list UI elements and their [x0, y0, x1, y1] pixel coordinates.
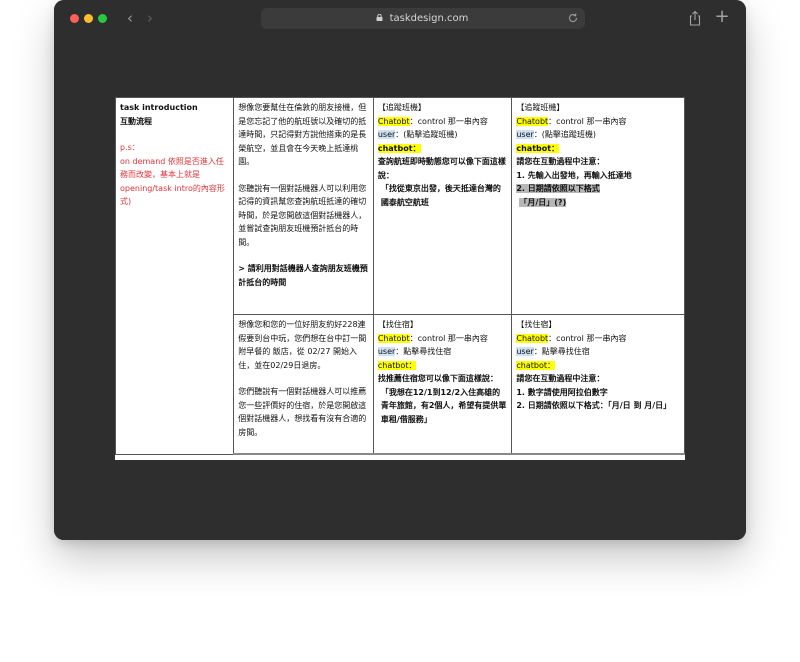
- address-bar[interactable]: taskdesign.com: [261, 8, 585, 29]
- chatbot-label-2: chatbot：: [377, 143, 421, 153]
- user-text: ：點擊尋找住宿: [533, 347, 590, 356]
- chatbot-label: Chatobt: [377, 116, 410, 126]
- user-label: user: [377, 347, 396, 356]
- browser-toolbar: ‹ › taskdesign.com +: [54, 0, 746, 38]
- hotel-note-line-3: 2. 日期請依照以下格式：「月/日 到 月/日」: [516, 401, 672, 410]
- hotel-demo-cell-2: 【找住宿】 Chatobt：control 那一串內容 user：點擊尋找住宿 …: [511, 314, 685, 455]
- zoom-window-button[interactable]: [98, 14, 107, 23]
- hotel-tag: 【找住宿】: [377, 320, 418, 329]
- chatbot-line: Chatobt：control 那一串內容: [516, 332, 680, 346]
- task-intro-title: task introduction: [120, 103, 198, 112]
- hotel-demo-cell-1: 【找住宿】 Chatobt：control 那一串內容 user：點擊尋找住宿 …: [372, 314, 513, 455]
- user-text: ：(點擊追蹤班機): [533, 130, 597, 139]
- new-tab-icon[interactable]: +: [714, 7, 730, 27]
- flight-tag: 【追蹤班機】: [516, 103, 565, 112]
- chatbot-label-2: chatbot：: [516, 360, 555, 370]
- user-label: user: [377, 130, 396, 139]
- chatbot-label-2: chatbot：: [516, 143, 560, 153]
- user-text: ：(點擊追蹤班機): [395, 130, 458, 139]
- interaction-flow-title: 互動流程: [120, 116, 152, 126]
- flight-demo-cell-2: 【追蹤班機】 Chatobt：control 那一串內容 user：(點擊追蹤班…: [511, 97, 685, 315]
- flight-demo-cell-1: 【追蹤班機】 Chatobt：control 那一串內容 user：(點擊追蹤班…: [372, 97, 513, 315]
- ps-label: p.s：: [120, 143, 140, 152]
- ps-note: on demand 依照是否進入任務而改變，基本上就是opening/task …: [120, 156, 225, 207]
- user-line: user：(點擊追蹤班機): [377, 128, 508, 142]
- hotel-tag: 【找住宿】: [516, 320, 557, 329]
- task-intro-cell: task introduction 互動流程 p.s： on demand 依照…: [114, 97, 235, 455]
- user-label: user: [516, 130, 534, 139]
- flight-note-line-1: 請您在互動過程中注意：: [516, 157, 605, 166]
- lock-icon: [376, 14, 383, 21]
- back-arrow-icon[interactable]: ‹: [122, 9, 138, 27]
- chatbot-label: Chatobt: [516, 116, 549, 126]
- task-table: task introduction 互動流程 p.s： on demand 依照…: [114, 97, 685, 455]
- chatbot-line: Chatobt：control 那一串內容: [377, 115, 508, 129]
- chatbot-line: Chatobt：control 那一串內容: [516, 115, 680, 129]
- flight-note-line-4: 「月/日」(?): [519, 197, 567, 207]
- user-label: user: [516, 347, 534, 356]
- user-line: user：(點擊追蹤班機): [516, 128, 680, 142]
- chatbot-text: ：control 那一串內容: [409, 333, 488, 343]
- flight-intro-instruction: > 請利用對話機器人查詢朋友班機預計抵台的時間: [238, 264, 368, 287]
- flight-demo-line-1: 查詢航班即時動態您可以像下面這樣說：: [377, 157, 506, 180]
- hotel-note-line-2: 1. 數字請使用阿拉伯數字: [516, 387, 608, 397]
- hotel-intro-cell: 想像您和您的一位好朋友約好228連假要到台中玩，您們想在台中訂一間 附早餐的 飯…: [233, 314, 374, 455]
- reload-icon[interactable]: [567, 12, 579, 24]
- chatbot-line: Chatobt：control 那一串內容: [377, 332, 508, 346]
- chatbot-text: ：control 那一串內容: [548, 116, 627, 126]
- document-page: task introduction 互動流程 p.s： on demand 依照…: [114, 97, 685, 460]
- chatbot-label: Chatobt: [516, 333, 549, 343]
- hotel-demo-line-1: 找推薦住宿您可以像下面這樣說：: [377, 374, 498, 383]
- minimize-window-button[interactable]: [84, 14, 93, 23]
- hotel-intro-paragraph-2: 您們聽說有一個對話機器人可以推薦您一些評價好的住宿，於是您開啟這個對話機器人，想…: [238, 387, 367, 437]
- chatbot-text: ：control 那一串內容: [548, 333, 627, 343]
- chatbot-label-2: chatbot：: [377, 360, 417, 370]
- chatbot-text: ：control 那一串內容: [409, 116, 488, 126]
- flight-note-line-3: 2. 日期請依照以下格式: [516, 184, 600, 193]
- flight-intro-cell: 想像您要幫住在倫敦的朋友接機，但是您忘記了他的航班號以及確切的抵達時間，只記得對…: [233, 97, 374, 315]
- forward-arrow-icon[interactable]: ›: [142, 9, 158, 27]
- flight-intro-paragraph-1: 想像您要幫住在倫敦的朋友接機，但是您忘記了他的航班號以及確切的抵達時間，只記得對…: [238, 103, 367, 166]
- flight-tag: 【追蹤班機】: [377, 103, 426, 112]
- user-line: user：點擊尋找住宿: [377, 345, 508, 359]
- flight-note-line-2: 1. 先輸入出發地，再輸入抵達地: [516, 170, 632, 180]
- close-window-button[interactable]: [70, 14, 79, 23]
- share-icon[interactable]: [688, 10, 702, 26]
- page-content: task introduction 互動流程 p.s： on demand 依照…: [54, 38, 746, 540]
- hotel-note-line-1: 請您在互動過程中注意：: [516, 374, 605, 383]
- table-row: task introduction 互動流程 p.s： on demand 依照…: [114, 97, 685, 455]
- browser-window: ‹ › taskdesign.com + task introduction 互…: [54, 0, 746, 540]
- user-text: ：點擊尋找住宿: [395, 347, 452, 356]
- hotel-demo-line-2: 「我想在12/1到12/2入住高雄的青年旅館，有2個人，希望有提供單車租/借服務…: [380, 387, 507, 424]
- url-text: taskdesign.com: [389, 13, 469, 24]
- flight-intro-paragraph-2: 您聽說有一個對話機器人可以利用您記得的資訊幫您查詢航班抵達的確切時間，於是您開啟…: [238, 183, 367, 247]
- user-line: user：點擊尋找住宿: [516, 345, 680, 359]
- flight-demo-line-2: 「找從東京出發，後天抵達台灣的國泰航空航班: [380, 184, 501, 207]
- hotel-intro-paragraph-1: 想像您和您的一位好朋友約好228連假要到台中玩，您們想在台中訂一間 附早餐的 飯…: [238, 320, 367, 370]
- chatbot-label: Chatobt: [377, 333, 410, 343]
